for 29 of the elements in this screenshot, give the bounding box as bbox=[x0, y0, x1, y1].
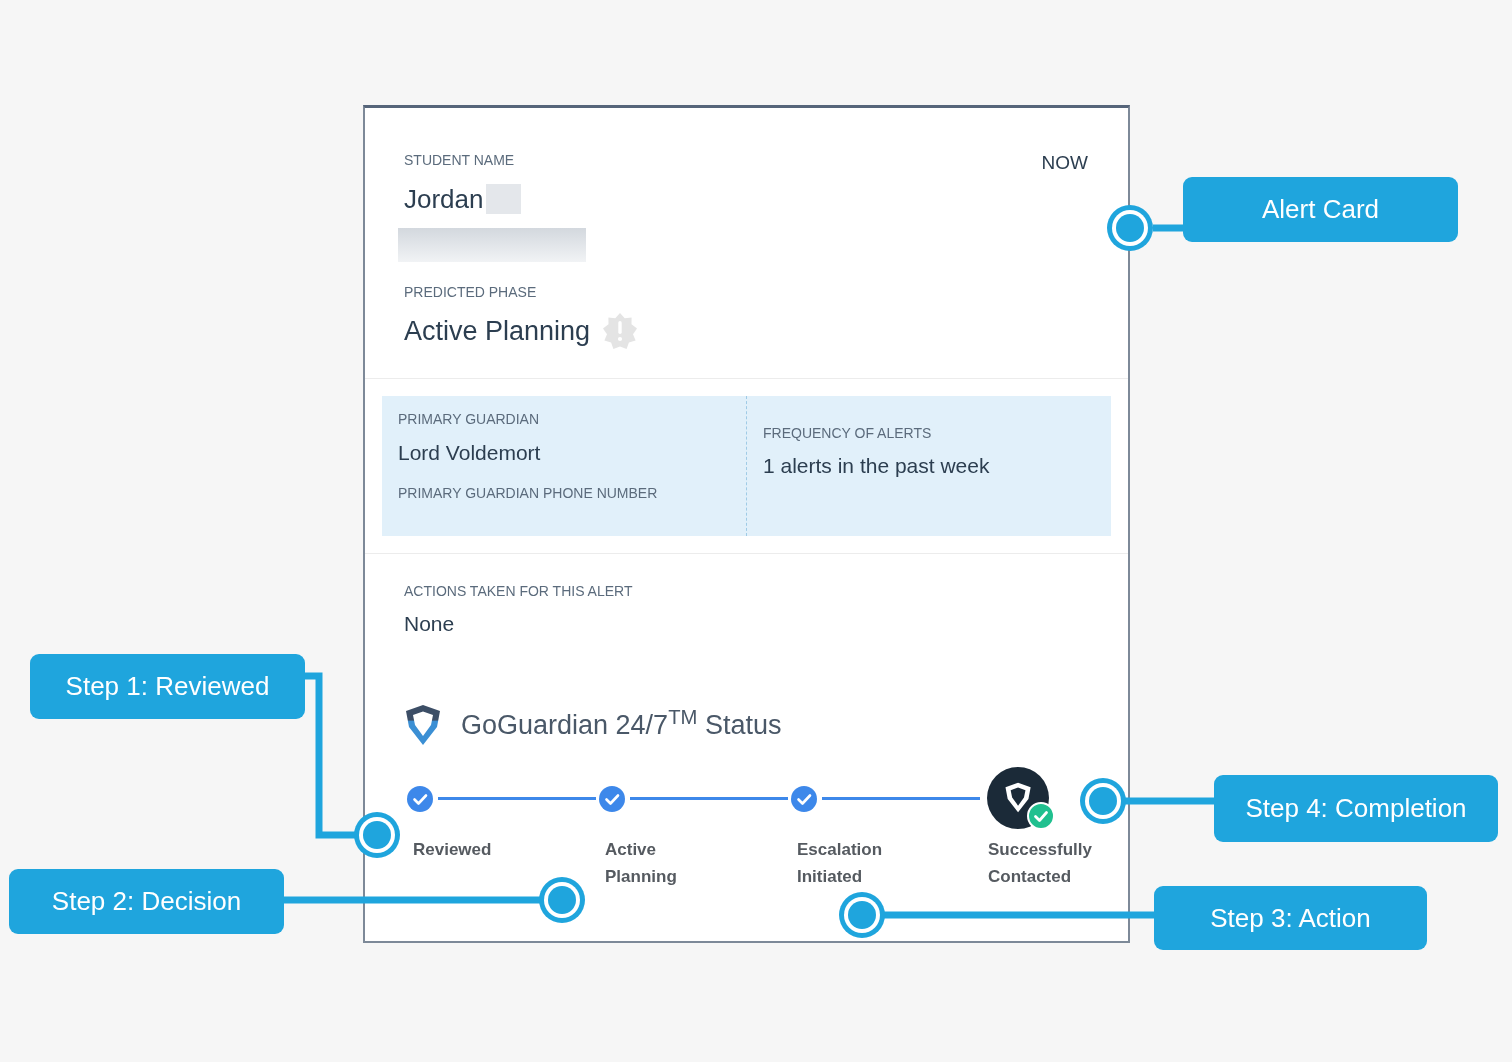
step-label: Active Planning bbox=[605, 839, 678, 888]
blurred-text-block bbox=[485, 184, 521, 214]
phase-value: Active Planning bbox=[404, 315, 591, 347]
field-label: PRIMARY GUARDIAN PHONE NUMBER bbox=[398, 484, 658, 503]
step-label: Escalation Initiated bbox=[797, 839, 884, 888]
marker-icon bbox=[839, 892, 885, 938]
actions-value: None bbox=[404, 611, 455, 637]
marker-icon bbox=[539, 877, 585, 923]
shield-logo-icon bbox=[404, 704, 442, 746]
field-label: PREDICTED PHASE bbox=[404, 283, 537, 302]
step-label: Reviewed bbox=[413, 839, 493, 861]
connector-line bbox=[1153, 224, 1184, 232]
field-label: FREQUENCY OF ALERTS bbox=[763, 424, 932, 443]
step-label: Successfully Contacted bbox=[988, 839, 1093, 888]
guardian-name: Lord Voldemort bbox=[398, 440, 541, 466]
student-name: Jordan bbox=[404, 183, 484, 215]
exclamation-badge-icon bbox=[602, 313, 639, 349]
callout-label: Step 1: Reviewed bbox=[30, 654, 305, 719]
field-label: PRIMARY GUARDIAN bbox=[398, 410, 540, 429]
marker-icon bbox=[1080, 778, 1126, 824]
callout-label: Step 2: Decision bbox=[9, 869, 284, 934]
timestamp: NOW bbox=[1041, 151, 1088, 175]
field-label: ACTIONS TAKEN FOR THIS ALERT bbox=[404, 582, 633, 601]
callout-label: Alert Card bbox=[1183, 177, 1458, 242]
status-title: GoGuardian 24/7$^{TM}$ Status bbox=[461, 708, 782, 742]
alert-frequency: 1 alerts in the past week bbox=[763, 453, 990, 479]
callout-label: Step 4: Completion bbox=[1214, 775, 1498, 842]
callout-label: Step 3: Action bbox=[1154, 886, 1427, 950]
field-label: STUDENT NAME bbox=[404, 151, 515, 170]
